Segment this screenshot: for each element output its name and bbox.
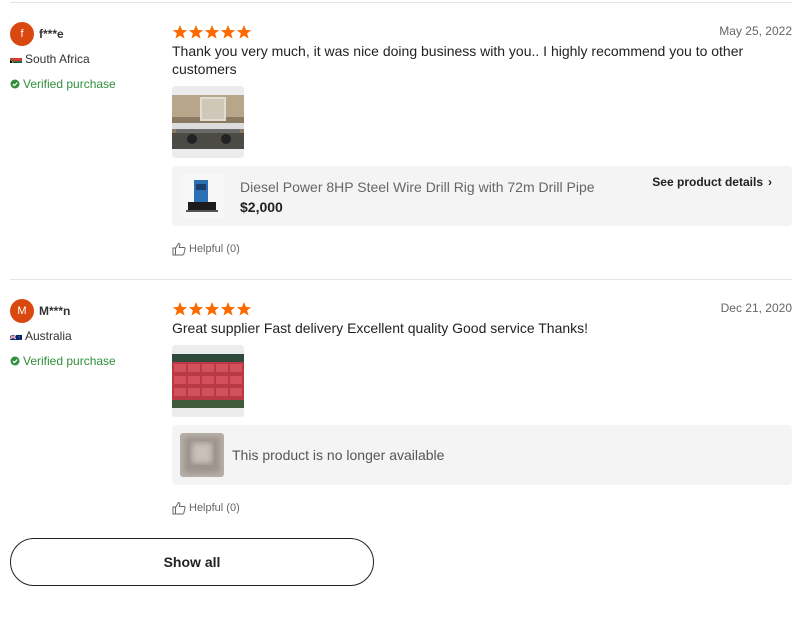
star-icon [220, 25, 236, 39]
star-icon [188, 302, 204, 316]
reviewer-name: f***e [39, 27, 64, 41]
review-photo[interactable] [172, 345, 244, 417]
star-icon [204, 302, 220, 316]
south-africa-flag-icon [10, 55, 22, 63]
star-icon [188, 25, 204, 39]
show-all-button[interactable]: Show all [10, 538, 374, 586]
see-product-details-link[interactable]: See product details › [652, 175, 772, 189]
reviewer-name: M***n [39, 304, 71, 318]
product-card-unavailable: This product is no longer available [172, 425, 792, 485]
helpful-button[interactable]: Helpful (0) [172, 501, 262, 515]
star-icon [172, 302, 188, 316]
thumbs-up-icon [172, 501, 186, 515]
product-thumbnail-blurred [180, 433, 224, 477]
product-price: $2,000 [240, 198, 283, 215]
review-text: Great supplier Fast delivery Excellent q… [172, 320, 589, 336]
verified-purchase-badge: Verified purchase [10, 354, 160, 368]
review-date: Dec 21, 2020 [720, 301, 792, 315]
avatar: M [10, 299, 34, 323]
star-icon [220, 302, 236, 316]
review-date: May 25, 2022 [719, 24, 792, 38]
star-icon [172, 25, 188, 39]
verified-purchase-badge: Verified purchase [10, 77, 160, 91]
trailer-photo-image [172, 95, 244, 149]
country-label: South Africa [25, 52, 90, 66]
star-icon [236, 302, 252, 316]
verified-label: Verified purchase [23, 354, 116, 368]
reviewer-info: M M***n Australia Verified purchase [10, 299, 160, 368]
thumbs-up-icon [172, 242, 186, 256]
country-label: Australia [25, 329, 72, 343]
helpful-label: Helpful (0) [189, 243, 240, 255]
review-text: Thank you very much, it was nice doing b… [172, 43, 744, 77]
product-unavailable-text: This product is no longer available [232, 447, 445, 463]
product-card[interactable]: Diesel Power 8HP Steel Wire Drill Rig wi… [172, 166, 792, 226]
red-generators-photo-image [172, 354, 244, 408]
product-thumbnail [180, 174, 224, 218]
see-details-label: See product details [652, 175, 763, 189]
review-divider [10, 279, 792, 280]
reviewer-country: South Africa [10, 52, 160, 66]
star-icon [204, 25, 220, 39]
top-divider [10, 2, 792, 3]
review-content: Dec 21, 2020 Great supplier Fast deliver… [172, 301, 792, 515]
verified-check-icon [10, 356, 20, 366]
review-photo[interactable] [172, 86, 244, 158]
reviewer-country: Australia [10, 329, 160, 343]
star-rating [172, 24, 792, 40]
star-rating [172, 301, 792, 317]
australia-flag-icon [10, 332, 22, 340]
helpful-button[interactable]: Helpful (0) [172, 242, 262, 256]
product-title[interactable]: Diesel Power 8HP Steel Wire Drill Rig wi… [240, 178, 595, 196]
review-content: May 25, 2022 Thank you very much, it was… [172, 24, 792, 256]
verified-check-icon [10, 79, 20, 89]
star-icon [236, 25, 252, 39]
helpful-label: Helpful (0) [189, 502, 240, 514]
verified-label: Verified purchase [23, 77, 116, 91]
chevron-right-icon: › [768, 175, 772, 189]
avatar: f [10, 22, 34, 46]
reviewer-info: f f***e South Africa Verified purchase [10, 22, 160, 91]
